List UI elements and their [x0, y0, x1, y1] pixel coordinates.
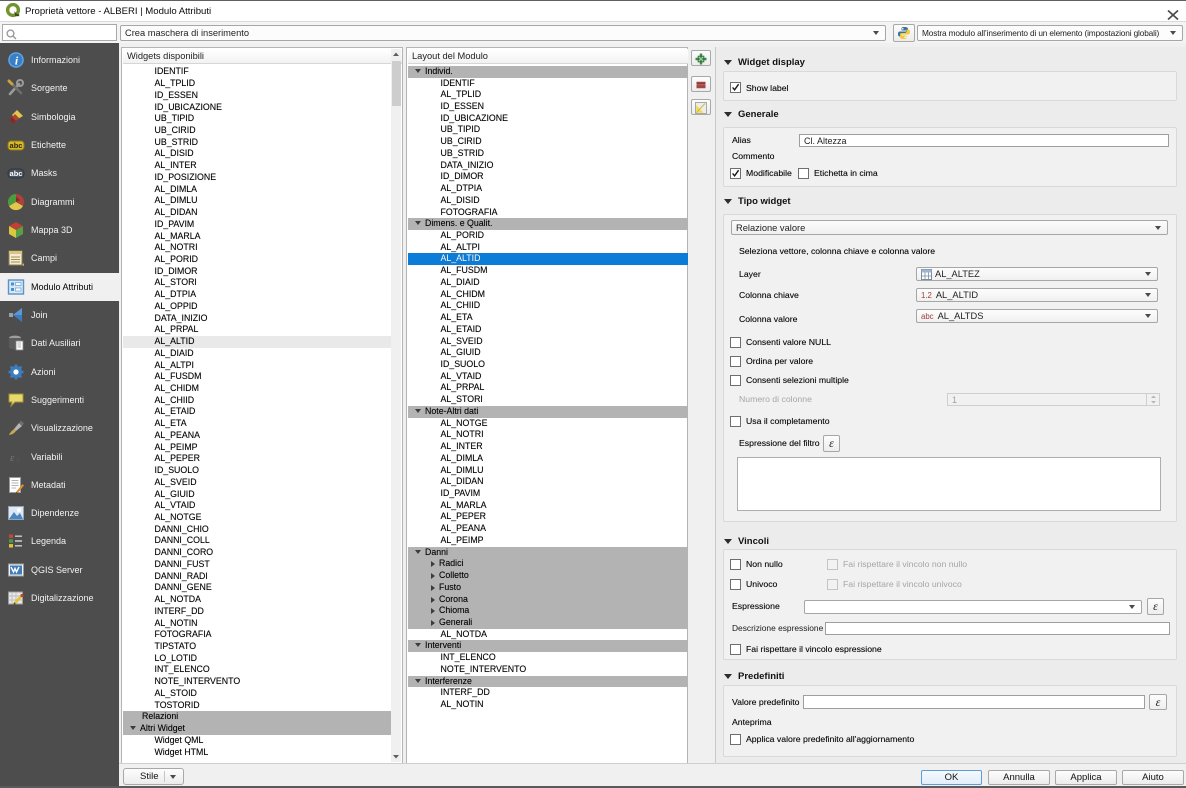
- svg-text:x: x: [15, 454, 20, 464]
- svg-text:ε: ε: [10, 452, 15, 464]
- svg-text:abc: abc: [10, 169, 23, 178]
- svg-text:abc: abc: [10, 141, 23, 150]
